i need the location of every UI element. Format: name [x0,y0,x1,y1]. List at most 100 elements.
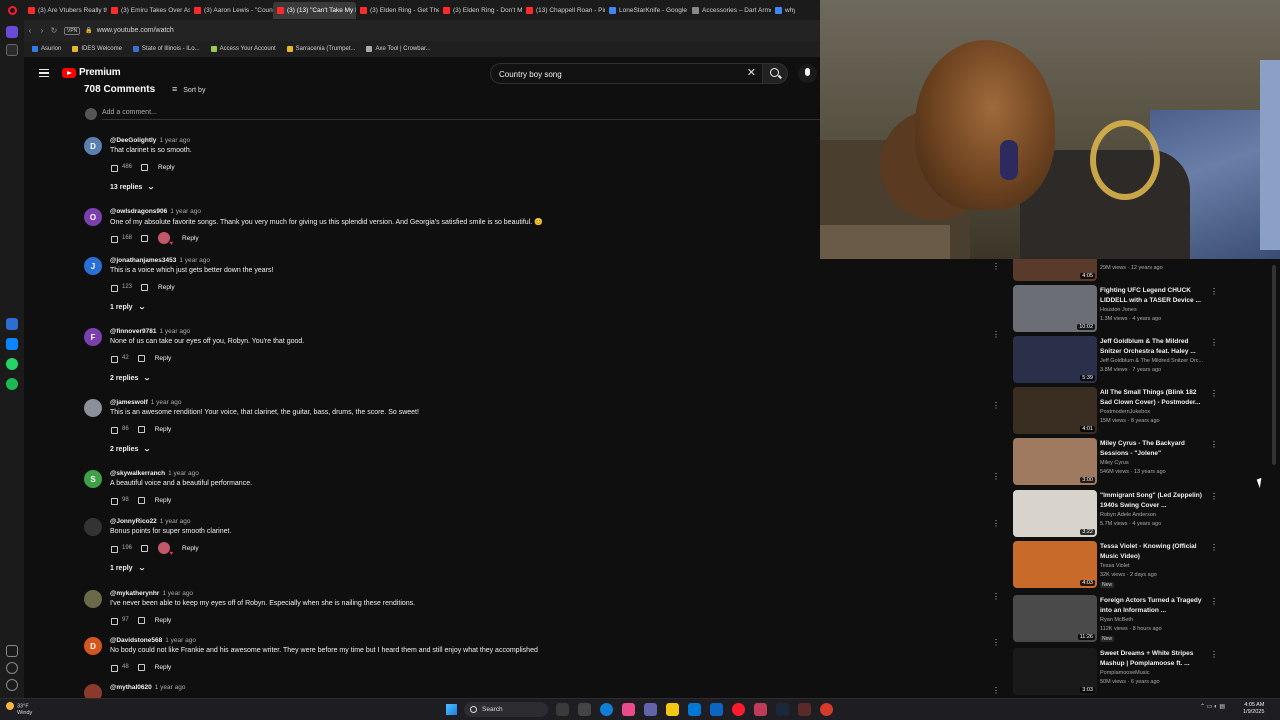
avatar[interactable] [84,590,102,608]
clock[interactable]: 4:05 AM 1/9/2025 [1243,702,1264,716]
reply-button[interactable]: Reply [155,664,172,671]
outlook-icon[interactable] [710,703,723,716]
dislike-icon[interactable] [137,616,145,624]
like-icon[interactable] [110,234,118,243]
browser-tab[interactable]: (3) Aaron Lewis - "Count [190,2,273,19]
more-options-icon[interactable]: ⋮ [1210,440,1218,449]
browser-tab[interactable]: (3) Are Vtubers Really the [24,2,107,19]
dislike-icon[interactable] [140,163,149,171]
dislike-icon[interactable] [137,354,145,362]
opera-gx-icon[interactable] [754,703,767,716]
back-icon[interactable]: ‹ [24,26,36,35]
reply-button[interactable]: Reply [155,617,172,624]
more-options-icon[interactable]: ⋮ [992,592,1000,601]
twitch-icon[interactable] [6,318,18,330]
comment-time[interactable]: 1 year ago [179,257,210,264]
reply-button[interactable]: Reply [182,235,199,242]
recommended-video[interactable]: 11:26 Foreign Actors Turned a Tragedy int… [1013,595,1273,643]
store-icon[interactable] [688,703,701,716]
steam-icon[interactable] [776,703,789,716]
like-icon[interactable] [110,496,118,505]
bookmark-item[interactable]: Axe Tool | Crowbar... [366,46,431,52]
video-channel[interactable]: Tessa Violet [1100,563,1130,569]
browser-tab[interactable]: why [771,2,795,19]
heart-icon[interactable] [6,645,18,657]
video-title[interactable]: "Immigrant Song" (Led Zeppelin) 1940s Sw… [1100,491,1210,510]
search-icon[interactable] [762,63,788,84]
reply-button[interactable]: Reply [155,426,172,433]
comment-author[interactable]: @owlsdragons906 [110,208,167,215]
speed-dial-icon[interactable] [6,44,18,56]
video-title[interactable]: Jeff Goldblum & The Mildred Snitzer Orch… [1100,337,1210,356]
comment-time[interactable]: 1 year ago [155,684,186,691]
video-channel[interactable]: PomplamooseMusic [1100,670,1150,676]
like-icon[interactable] [110,616,118,625]
avatar[interactable]: S [84,470,102,488]
comment-author[interactable]: @skywalkerranch [110,470,165,477]
avatar[interactable]: F [84,328,102,346]
like-icon[interactable] [110,544,118,553]
dislike-icon[interactable] [137,496,145,504]
recommended-video[interactable]: 4:05 29M views · 12 years ago [1013,259,1273,282]
like-icon[interactable] [110,283,118,292]
more-options-icon[interactable]: ⋮ [1210,287,1218,296]
avatar[interactable]: O [84,208,102,226]
reply-button[interactable]: Reply [155,355,172,362]
avatar[interactable] [84,518,102,536]
more-options-icon[interactable]: ⋮ [1210,650,1218,659]
more-options-icon[interactable]: ⋮ [992,519,1000,528]
dislike-icon[interactable] [137,663,145,671]
browser-tab[interactable]: Accessories – Dart Armou [688,2,771,19]
comment-author[interactable]: @jameswolf [110,399,148,406]
menu-icon[interactable] [39,69,49,77]
like-icon[interactable] [110,163,118,172]
youtube-logo-icon[interactable] [62,68,76,78]
app-icon[interactable] [578,703,591,716]
more-options-icon[interactable]: ⋮ [992,686,1000,695]
recommended-video[interactable]: 3:00 Miley Cyrus - The Backyard Sessions … [1013,438,1273,486]
browser-tab[interactable]: (3) Elden Ring - Don't Mis [439,2,522,19]
bookmark-item[interactable]: Asurion [32,46,61,52]
replies-toggle[interactable]: 1 reply ⌄ [110,564,146,572]
like-icon[interactable] [110,354,118,363]
video-thumbnail[interactable]: 4:01 [1013,387,1097,434]
like-icon[interactable] [110,425,118,434]
recommended-video[interactable]: 5:39 Jeff Goldblum & The Mildred Snitzer … [1013,336,1273,384]
windows-start-icon[interactable] [446,704,457,715]
video-thumbnail[interactable]: 3:22 [1013,490,1097,537]
system-tray-icons[interactable]: ⌃ ▭ ◐ ▤ [1200,703,1225,710]
bookmark-item[interactable]: Access Your Account [210,46,276,52]
browser-tab[interactable]: (3) Elden Ring - Get Thes [356,2,439,19]
reload-icon[interactable]: ↻ [48,26,60,35]
app-icon[interactable] [622,703,635,716]
video-title[interactable]: All The Small Things (Blink 182 Sad Clow… [1100,388,1210,407]
like-icon[interactable] [110,663,118,672]
video-thumbnail[interactable]: 5:39 [1013,336,1097,383]
recommended-video[interactable]: 3:22 "Immigrant Song" (Led Zeppelin) 1940… [1013,490,1273,538]
microphone-icon[interactable] [798,64,817,83]
recommended-video[interactable]: 3:03 Sweet Dreams + White Stripes Mashup … [1013,648,1273,696]
bookmark-item[interactable]: IDES Welcome [72,46,122,52]
reply-button[interactable]: Reply [158,284,175,291]
more-options-icon[interactable]: ⋮ [1210,597,1218,606]
whatsapp-icon[interactable] [6,358,18,370]
reply-button[interactable]: Reply [158,164,175,171]
taskbar-search[interactable]: Search [464,702,548,717]
add-comment-input[interactable]: Add a comment... [102,109,820,120]
comment-author[interactable]: @mykatherynhr [110,590,159,597]
replies-toggle[interactable]: 2 replies ⌄ [110,445,151,453]
video-thumbnail[interactable]: 4:03 [1013,541,1097,588]
history-icon[interactable] [6,662,18,674]
bookmark-item[interactable]: Sarracenia (Trumpet... [286,46,355,52]
search-input[interactable] [499,67,729,81]
scrollbar[interactable] [1272,265,1276,465]
video-title[interactable]: Foreign Actors Turned a Tragedy into an … [1100,596,1210,615]
more-options-icon[interactable]: ⋮ [1210,389,1218,398]
dislike-icon[interactable] [140,283,149,291]
settings-icon[interactable] [6,679,18,691]
avatar[interactable]: J [84,257,102,275]
comment-author[interactable]: @JonnyRico22 [110,518,157,525]
dislike-icon[interactable] [137,425,145,433]
comment-time[interactable]: 1 year ago [170,208,201,215]
recommended-video[interactable]: 10:02 Fighting UFC Legend CHUCK LIDDELL w… [1013,285,1273,333]
